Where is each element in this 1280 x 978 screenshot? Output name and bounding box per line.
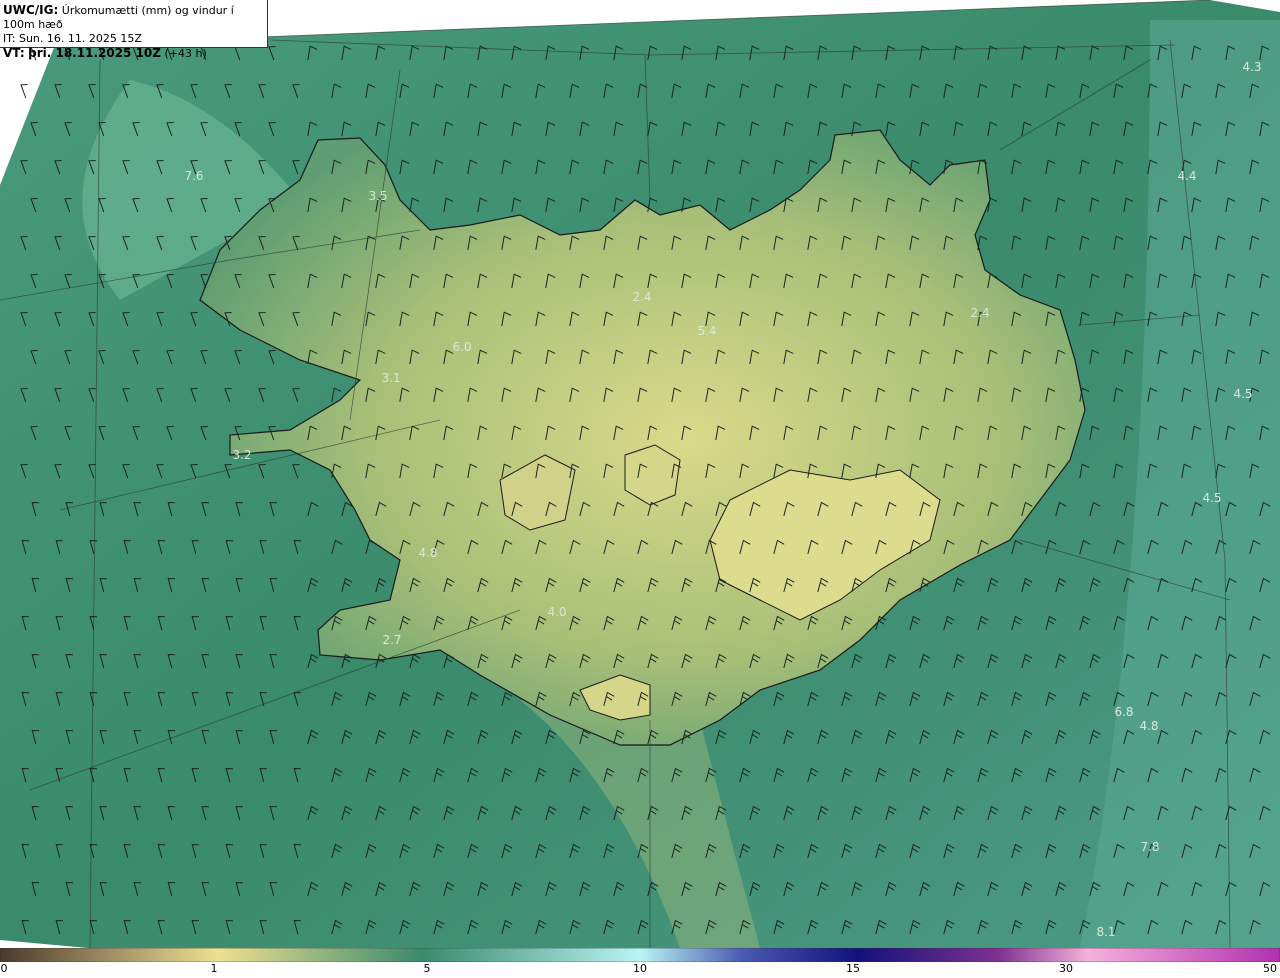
title-line: UWC/IG: Úrkomumætti (mm) og vindur í 100…	[3, 3, 267, 32]
value-label: 4.0	[547, 605, 567, 619]
colorbar-tick: 0	[0, 962, 8, 975]
value-label: 2.7	[382, 633, 402, 647]
issue-time: IT: Sun. 16. 11. 2025 15Z	[3, 32, 142, 45]
model-label: UWC/IG:	[3, 3, 59, 17]
value-label: 8.1	[1096, 925, 1116, 939]
value-label: 2.4	[632, 290, 652, 304]
colorbar-tick: 10	[633, 962, 647, 975]
value-label: 4.4	[1177, 169, 1197, 183]
value-label: 4.8	[1139, 719, 1159, 733]
colorbar-tick: 15	[846, 962, 860, 975]
precipitation-wind-map	[0, 0, 1280, 948]
value-label: 3.1	[381, 371, 401, 385]
value-label: 3.5	[368, 189, 388, 203]
value-label: 5.4	[697, 324, 717, 338]
valid-line: VT: þri. 18.11.2025 10Z (+43 h)	[3, 46, 267, 61]
value-label: 3.2	[232, 448, 252, 462]
valid-label: VT:	[3, 46, 25, 60]
value-label: 4.8	[418, 546, 438, 560]
value-label: 4.5	[1233, 387, 1253, 401]
value-label: 2.4	[970, 306, 990, 320]
valid-time: þri. 18.11.2025 10Z	[28, 46, 161, 60]
colorbar-tick: 50	[1263, 962, 1277, 975]
value-label: 6.0	[452, 340, 472, 354]
lead-time: (+43 h)	[164, 47, 207, 60]
colorbar-tick: 30	[1059, 962, 1073, 975]
value-label: 6.8	[1114, 705, 1134, 719]
value-label: 7.6	[184, 169, 204, 183]
info-box: UWC/IG: Úrkomumætti (mm) og vindur í 100…	[0, 0, 268, 60]
colorbar	[0, 948, 1280, 962]
value-label: 7.8	[1140, 840, 1160, 854]
colorbar-tick: 5	[423, 962, 431, 975]
value-label: 4.3	[1242, 60, 1262, 74]
value-label: 4.5	[1202, 491, 1222, 505]
colorbar-tick: 1	[210, 962, 218, 975]
